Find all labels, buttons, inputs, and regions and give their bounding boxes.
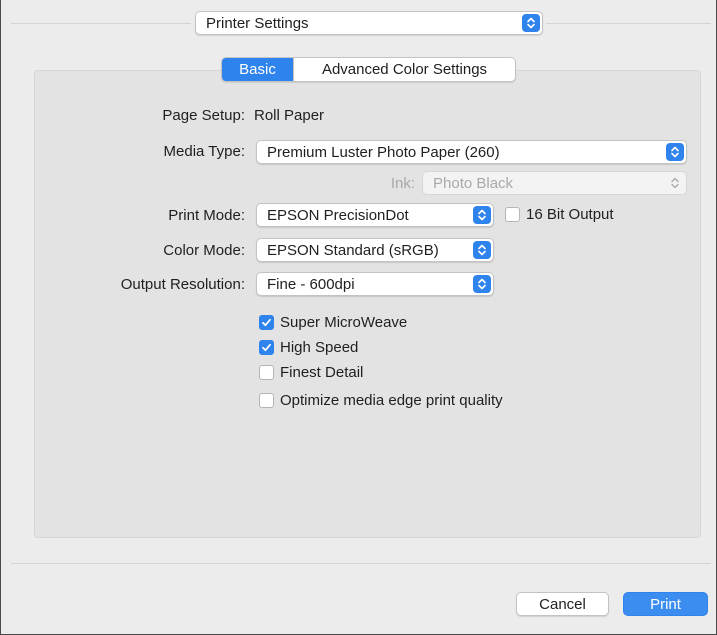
- option-high-speed[interactable]: High Speed: [259, 339, 358, 356]
- print-mode-label: Print Mode:: [168, 207, 245, 224]
- media-type-value: Premium Luster Photo Paper (260): [267, 143, 500, 161]
- checkmark-icon: [262, 318, 271, 327]
- option-super-microweave[interactable]: Super MicroWeave: [259, 314, 407, 331]
- media-type-label: Media Type:: [163, 143, 245, 160]
- chevron-up-down-icon: [522, 14, 540, 32]
- page-setup-label: Page Setup:: [162, 107, 245, 124]
- print-mode-popup[interactable]: EPSON PrecisionDot: [256, 203, 494, 227]
- chevron-up-down-icon: [666, 174, 684, 192]
- sixteen-bit-output-label: 16 Bit Output: [526, 206, 614, 223]
- finest-detail-checkbox[interactable]: [259, 365, 274, 380]
- tab-bar: Basic Advanced Color Settings: [221, 57, 516, 82]
- ink-label: Ink:: [390, 175, 415, 192]
- media-type-popup[interactable]: Premium Luster Photo Paper (260): [256, 140, 687, 164]
- output-resolution-popup[interactable]: Fine - 600dpi: [256, 272, 494, 296]
- top-divider-right: [546, 23, 711, 24]
- ink-value: Photo Black: [433, 174, 514, 192]
- print-button[interactable]: Print: [623, 592, 708, 616]
- ink-popup: Photo Black: [422, 171, 687, 195]
- optimize-media-edge-label: Optimize media edge print quality: [280, 392, 503, 409]
- output-resolution-label: Output Resolution:: [120, 276, 245, 293]
- tab-advanced-color-settings[interactable]: Advanced Color Settings: [293, 58, 515, 81]
- tab-basic[interactable]: Basic: [222, 58, 293, 81]
- color-mode-value: EPSON Standard (sRGB): [267, 241, 439, 259]
- color-mode-popup[interactable]: EPSON Standard (sRGB): [256, 238, 494, 262]
- high-speed-checkbox[interactable]: [259, 340, 274, 355]
- finest-detail-label: Finest Detail: [280, 364, 364, 381]
- super-microweave-label: Super MicroWeave: [280, 314, 408, 331]
- chevron-up-down-icon: [473, 275, 491, 293]
- chevron-up-down-icon: [473, 206, 491, 224]
- bottom-divider: [11, 563, 711, 564]
- panel-selector-popup[interactable]: Printer Settings: [195, 11, 543, 35]
- chevron-up-down-icon: [473, 241, 491, 259]
- option-optimize-media-edge[interactable]: Optimize media edge print quality: [259, 392, 503, 409]
- page-setup-value: Roll Paper: [254, 107, 325, 124]
- print-mode-value: EPSON PrecisionDot: [267, 206, 409, 224]
- option-finest-detail[interactable]: Finest Detail: [259, 364, 363, 381]
- cancel-button[interactable]: Cancel: [516, 592, 609, 616]
- sixteen-bit-output-checkbox[interactable]: [505, 207, 520, 222]
- top-divider-left: [11, 23, 191, 24]
- high-speed-label: High Speed: [280, 339, 359, 356]
- optimize-media-edge-checkbox[interactable]: [259, 393, 274, 408]
- panel-selector-label: Printer Settings: [206, 14, 309, 32]
- print-dialog: Printer Settings Basic Advanced Color Se…: [0, 0, 717, 635]
- sixteen-bit-output-row[interactable]: 16 Bit Output: [505, 206, 614, 223]
- output-resolution-value: Fine - 600dpi: [267, 275, 355, 293]
- color-mode-label: Color Mode:: [163, 242, 245, 259]
- super-microweave-checkbox[interactable]: [259, 315, 274, 330]
- checkmark-icon: [262, 343, 271, 352]
- chevron-up-down-icon: [666, 143, 684, 161]
